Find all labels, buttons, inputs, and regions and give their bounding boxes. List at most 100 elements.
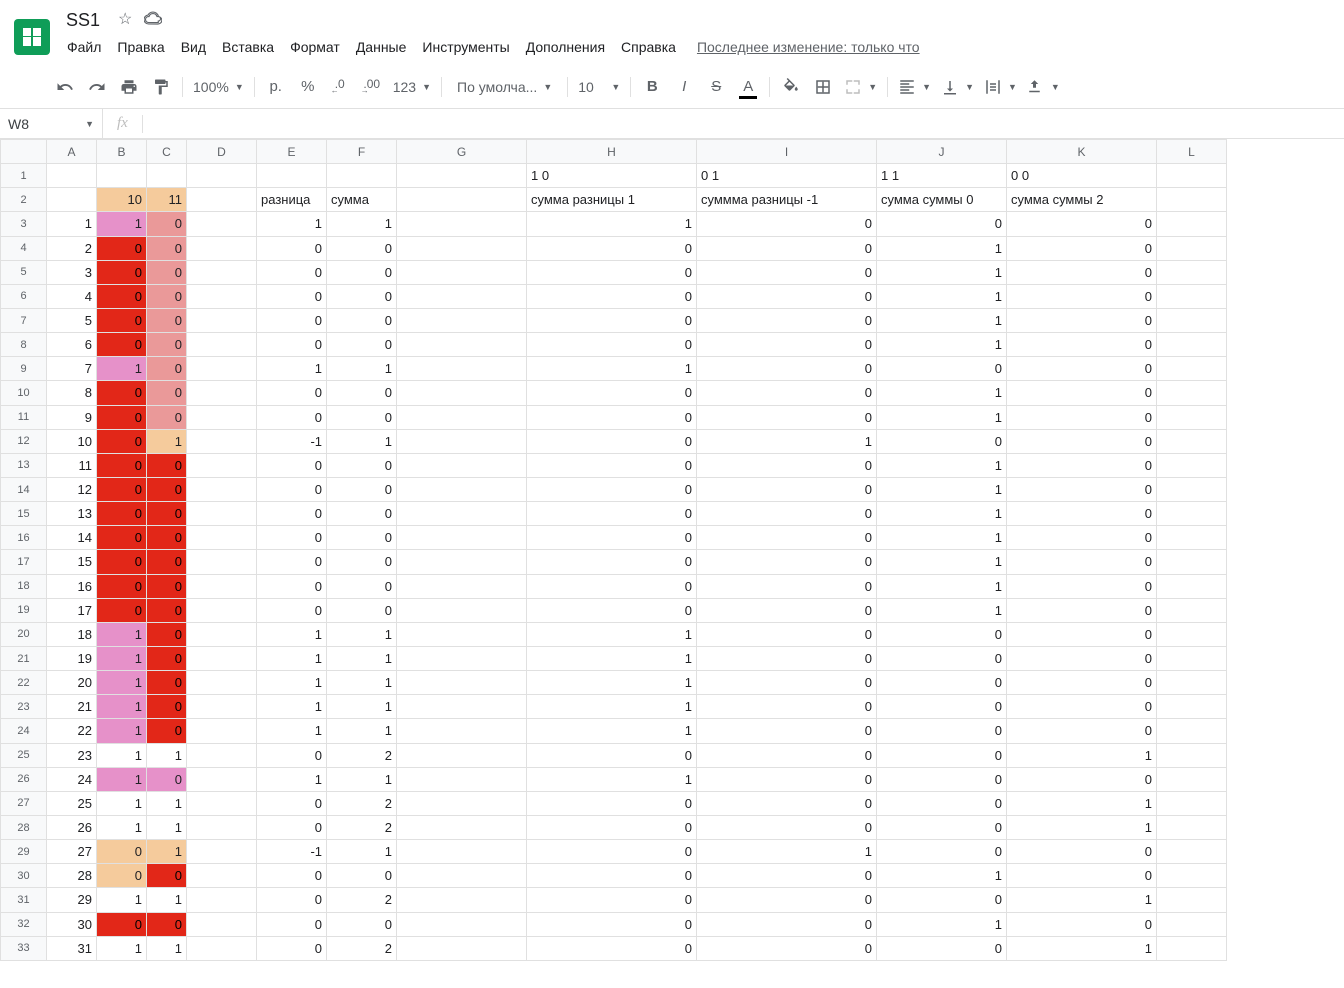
cell-J24[interactable]: 0 [877,719,1007,743]
cell-B31[interactable]: 1 [97,888,147,912]
cell-B33[interactable]: 1 [97,936,147,960]
cell-K19[interactable]: 0 [1007,598,1157,622]
sheets-logo[interactable] [12,10,52,64]
cell-F32[interactable]: 0 [327,912,397,936]
cell-K1[interactable]: 0 0 [1007,164,1157,188]
cell-L7[interactable] [1157,308,1227,332]
cell-C4[interactable]: 0 [147,236,187,260]
cell-B22[interactable]: 1 [97,671,147,695]
row-header-4[interactable]: 4 [1,236,47,260]
cell-A17[interactable]: 15 [47,550,97,574]
cell-I1[interactable]: 0 1 [697,164,877,188]
cell-C29[interactable]: 1 [147,840,187,864]
cell-B11[interactable]: 0 [97,405,147,429]
cell-L11[interactable] [1157,405,1227,429]
font-dropdown[interactable]: По умолча...▼ [448,72,561,102]
cell-E15[interactable]: 0 [257,502,327,526]
cell-J8[interactable]: 1 [877,333,1007,357]
cell-H17[interactable]: 0 [527,550,697,574]
cell-C19[interactable]: 0 [147,598,187,622]
cell-A31[interactable]: 29 [47,888,97,912]
cell-G19[interactable] [397,598,527,622]
cell-J27[interactable]: 0 [877,791,1007,815]
zoom-dropdown[interactable]: 100%▼ [189,72,248,102]
cell-E30[interactable]: 0 [257,864,327,888]
vertical-align-button[interactable]: ▼ [937,72,978,102]
cell-G5[interactable] [397,260,527,284]
cell-H28[interactable]: 0 [527,815,697,839]
cell-L32[interactable] [1157,912,1227,936]
cell-B10[interactable]: 0 [97,381,147,405]
cell-I22[interactable]: 0 [697,671,877,695]
cell-H11[interactable]: 0 [527,405,697,429]
cell-B32[interactable]: 0 [97,912,147,936]
cell-A3[interactable]: 1 [47,212,97,236]
cell-E19[interactable]: 0 [257,598,327,622]
cell-E8[interactable]: 0 [257,333,327,357]
cell-K22[interactable]: 0 [1007,671,1157,695]
cell-B6[interactable]: 0 [97,284,147,308]
bold-button[interactable]: B [637,72,667,102]
cell-B21[interactable]: 1 [97,646,147,670]
cell-H14[interactable]: 0 [527,477,697,501]
cell-K25[interactable]: 1 [1007,743,1157,767]
cell-E2[interactable]: разница [257,188,327,212]
cell-I18[interactable]: 0 [697,574,877,598]
row-header-1[interactable]: 1 [1,164,47,188]
cell-K6[interactable]: 0 [1007,284,1157,308]
cell-F6[interactable]: 0 [327,284,397,308]
cell-B29[interactable]: 0 [97,840,147,864]
cell-A6[interactable]: 4 [47,284,97,308]
cell-K31[interactable]: 1 [1007,888,1157,912]
cell-D10[interactable] [187,381,257,405]
row-header-17[interactable]: 17 [1,550,47,574]
cell-B27[interactable]: 1 [97,791,147,815]
cell-D29[interactable] [187,840,257,864]
cell-J31[interactable]: 0 [877,888,1007,912]
cell-F11[interactable]: 0 [327,405,397,429]
cell-B17[interactable]: 0 [97,550,147,574]
cell-E24[interactable]: 1 [257,719,327,743]
cell-F1[interactable] [327,164,397,188]
cell-J25[interactable]: 0 [877,743,1007,767]
star-icon[interactable]: ☆ [118,9,132,32]
cell-B28[interactable]: 1 [97,815,147,839]
italic-button[interactable]: I [669,72,699,102]
cell-A19[interactable]: 17 [47,598,97,622]
cell-G4[interactable] [397,236,527,260]
cell-A7[interactable]: 5 [47,308,97,332]
cell-E12[interactable]: -1 [257,429,327,453]
cell-G24[interactable] [397,719,527,743]
cell-D12[interactable] [187,429,257,453]
cell-H9[interactable]: 1 [527,357,697,381]
cell-H21[interactable]: 1 [527,646,697,670]
cell-D15[interactable] [187,502,257,526]
cell-L17[interactable] [1157,550,1227,574]
row-header-20[interactable]: 20 [1,622,47,646]
cell-G33[interactable] [397,936,527,960]
cell-D25[interactable] [187,743,257,767]
cell-C23[interactable]: 0 [147,695,187,719]
cell-G3[interactable] [397,212,527,236]
column-header-A[interactable]: A [47,140,97,164]
cell-D31[interactable] [187,888,257,912]
cell-B19[interactable]: 0 [97,598,147,622]
cell-C11[interactable]: 0 [147,405,187,429]
cell-J22[interactable]: 0 [877,671,1007,695]
cell-G9[interactable] [397,357,527,381]
cell-I8[interactable]: 0 [697,333,877,357]
cell-F7[interactable]: 0 [327,308,397,332]
cell-I31[interactable]: 0 [697,888,877,912]
cell-D2[interactable] [187,188,257,212]
cell-I20[interactable]: 0 [697,622,877,646]
row-header-18[interactable]: 18 [1,574,47,598]
cell-L3[interactable] [1157,212,1227,236]
cell-A9[interactable]: 7 [47,357,97,381]
cell-F28[interactable]: 2 [327,815,397,839]
cell-J15[interactable]: 1 [877,502,1007,526]
cell-C10[interactable]: 0 [147,381,187,405]
cell-L29[interactable] [1157,840,1227,864]
cell-K3[interactable]: 0 [1007,212,1157,236]
cell-D8[interactable] [187,333,257,357]
cell-L18[interactable] [1157,574,1227,598]
